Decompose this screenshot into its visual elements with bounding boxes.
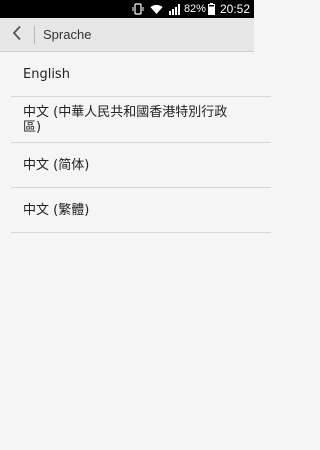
language-item-chinese-traditional[interactable]: 中文 (繁體)	[11, 188, 271, 233]
language-item-chinese-hongkong[interactable]: 中文 (中華人民共和國香港特別行政區)	[11, 97, 271, 143]
vibrate-nfc-icon	[132, 0, 144, 18]
wifi-icon	[150, 0, 163, 18]
chevron-left-icon	[12, 25, 22, 45]
language-label: 中文 (繁體)	[23, 202, 90, 218]
status-clock: 20:52	[219, 2, 250, 16]
page-title: Sprache	[43, 27, 92, 42]
language-label: 中文 (简体)	[23, 157, 90, 173]
signal-icon	[168, 0, 180, 18]
status-bar: 82% 20:52	[0, 0, 254, 18]
back-button[interactable]	[2, 18, 32, 52]
language-label: 中文 (中華人民共和國香港特別行政區)	[23, 104, 228, 135]
language-list: English 中文 (中華人民共和國香港特別行政區) 中文 (简体) 中文 (…	[11, 52, 271, 233]
language-item-english[interactable]: English	[11, 52, 271, 97]
language-label: English	[23, 66, 70, 82]
language-item-chinese-simplified[interactable]: 中文 (简体)	[11, 143, 271, 188]
action-bar-divider	[34, 25, 35, 44]
battery-percent: 82%	[183, 3, 206, 15]
action-bar: Sprache	[0, 18, 254, 52]
battery-icon	[207, 0, 215, 18]
